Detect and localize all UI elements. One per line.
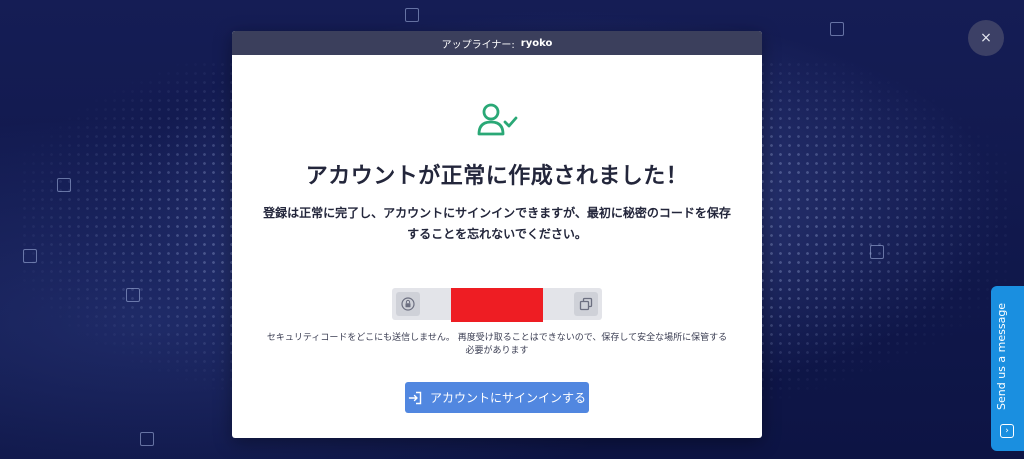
sign-in-icon [408, 391, 422, 404]
notice-line: 必要があります [465, 346, 529, 356]
account-created-modal: アップライナー: ryoko アカウントが正常に作成されました！ 登録は正常に完… [232, 31, 762, 438]
map-marker [870, 245, 884, 259]
upliner-name: ryoko [520, 37, 553, 49]
close-icon: × [980, 30, 992, 46]
user-check-icon [477, 103, 518, 136]
copy-code-button[interactable] [574, 292, 598, 316]
map-marker [126, 288, 140, 302]
map-marker [140, 432, 154, 446]
description-line: 登録は正常に完了し、アカウントにサインインできますが、最初に秘密のコードを保存 [263, 206, 731, 220]
modal-header: アップライナー: ryoko [232, 31, 762, 55]
page-title: アカウントが正常に作成されました！ [305, 164, 689, 189]
description: 登録は正常に完了し、アカウントにサインインできますが、最初に秘密のコードを保存 … [252, 203, 742, 245]
map-marker [830, 22, 844, 36]
sign-in-label: アカウントにサインインする [429, 391, 586, 405]
map-marker [405, 8, 419, 22]
secret-code-field [392, 288, 602, 322]
close-button[interactable]: × [968, 20, 1004, 56]
notice-line: セキュリティコードをどこにも送信しません。 再度受け取ることはできないので、保存… [266, 333, 728, 343]
redacted-secret-code [451, 288, 543, 322]
lock-button [396, 292, 420, 316]
security-notice: セキュリティコードをどこにも送信しません。 再度受け取ることはできないので、保存… [252, 332, 742, 358]
chat-icon: › [1000, 424, 1014, 438]
send-message-tab[interactable]: Send us a message › [991, 286, 1024, 451]
copy-icon [579, 297, 593, 311]
modal-body: アカウントが正常に作成されました！ 登録は正常に完了し、アカウントにサインインで… [232, 55, 762, 438]
upliner-label: アップライナー: [441, 39, 515, 51]
map-marker [57, 178, 71, 192]
send-message-label: Send us a message [995, 302, 1008, 410]
sign-in-button[interactable]: アカウントにサインインする [405, 382, 589, 413]
map-marker [23, 249, 37, 263]
description-line: することを忘れないでください。 [407, 227, 587, 241]
lock-icon [401, 297, 415, 311]
